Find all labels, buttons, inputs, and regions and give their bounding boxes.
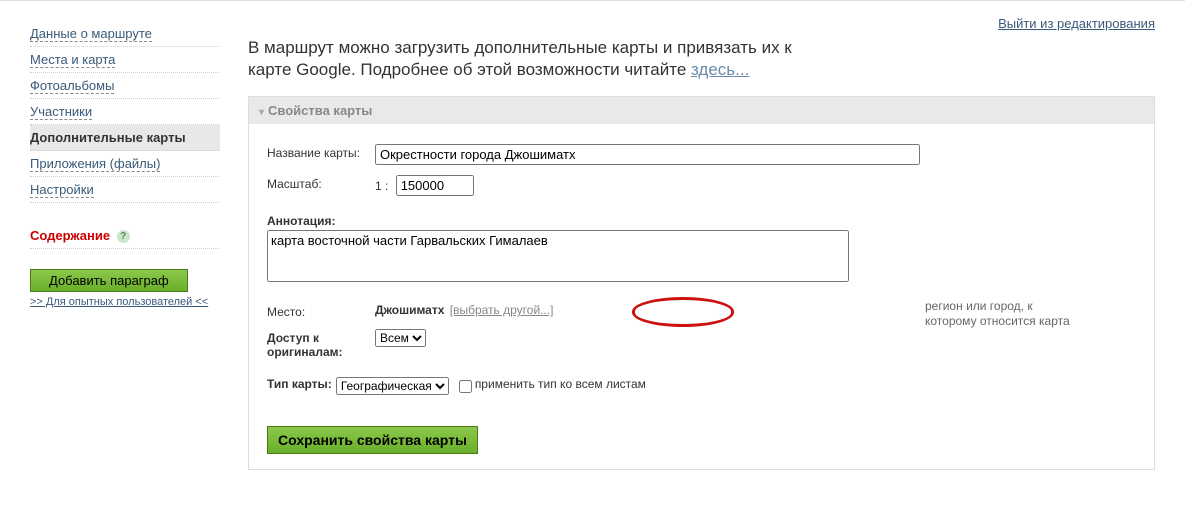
advanced-users-link[interactable]: >> Для опытных пользователей << [30,296,208,308]
nav-item-photoalbums[interactable]: Фотоальбомы [30,73,220,99]
scale-prefix: 1 : [375,179,388,193]
exit-editing-link[interactable]: Выйти из редактирования [998,16,1155,31]
map-name-label: Название карты: [267,144,375,160]
contents-heading: Содержание ? [30,228,220,249]
place-hint: регион или город, к которому относится к… [925,299,1085,329]
choose-other-place-link[interactable]: [выбрать другой...] [450,303,554,317]
access-select[interactable]: Всем [375,329,426,347]
place-value: Джошиматх [375,303,444,317]
place-label: Место: [267,303,375,319]
help-icon[interactable]: ? [117,230,130,243]
nav-item-route-data[interactable]: Данные о маршруте [30,21,220,47]
intro-here-link[interactable]: здесь... [691,60,749,79]
map-name-input[interactable] [375,144,920,165]
intro-text: В маршрут можно загрузить дополнительные… [248,37,808,81]
panel-body: Название карты: Масштаб: 1 : Аннотация: … [248,124,1155,470]
panel-heading[interactable]: Свойства карты [248,96,1155,124]
apply-all-label: применить тип ко всем листам [475,377,646,391]
map-type-select[interactable]: Географическая [336,377,449,395]
annotation-textarea[interactable] [267,230,849,282]
access-label: Доступ к оригиналам: [267,329,375,359]
scale-label: Масштаб: [267,175,375,191]
add-paragraph-button[interactable]: Добавить параграф [30,269,188,292]
nav-item-attachments[interactable]: Приложения (файлы) [30,151,220,177]
scale-input[interactable] [396,175,474,196]
nav-item-places-map[interactable]: Места и карта [30,47,220,73]
annotation-label: Аннотация: [267,214,1136,228]
nav-item-additional-maps[interactable]: Дополнительные карты [30,125,220,151]
sidebar: Данные о маршруте Места и карта Фотоальб… [0,1,230,517]
main-content: Выйти из редактирования В маршрут можно … [230,1,1185,517]
apply-all-checkbox[interactable] [459,380,472,393]
type-label: Тип карты: [267,377,332,391]
nav-item-settings[interactable]: Настройки [30,177,220,203]
save-map-properties-button[interactable]: Сохранить свойства карты [267,426,478,454]
nav-item-participants[interactable]: Участники [30,99,220,125]
